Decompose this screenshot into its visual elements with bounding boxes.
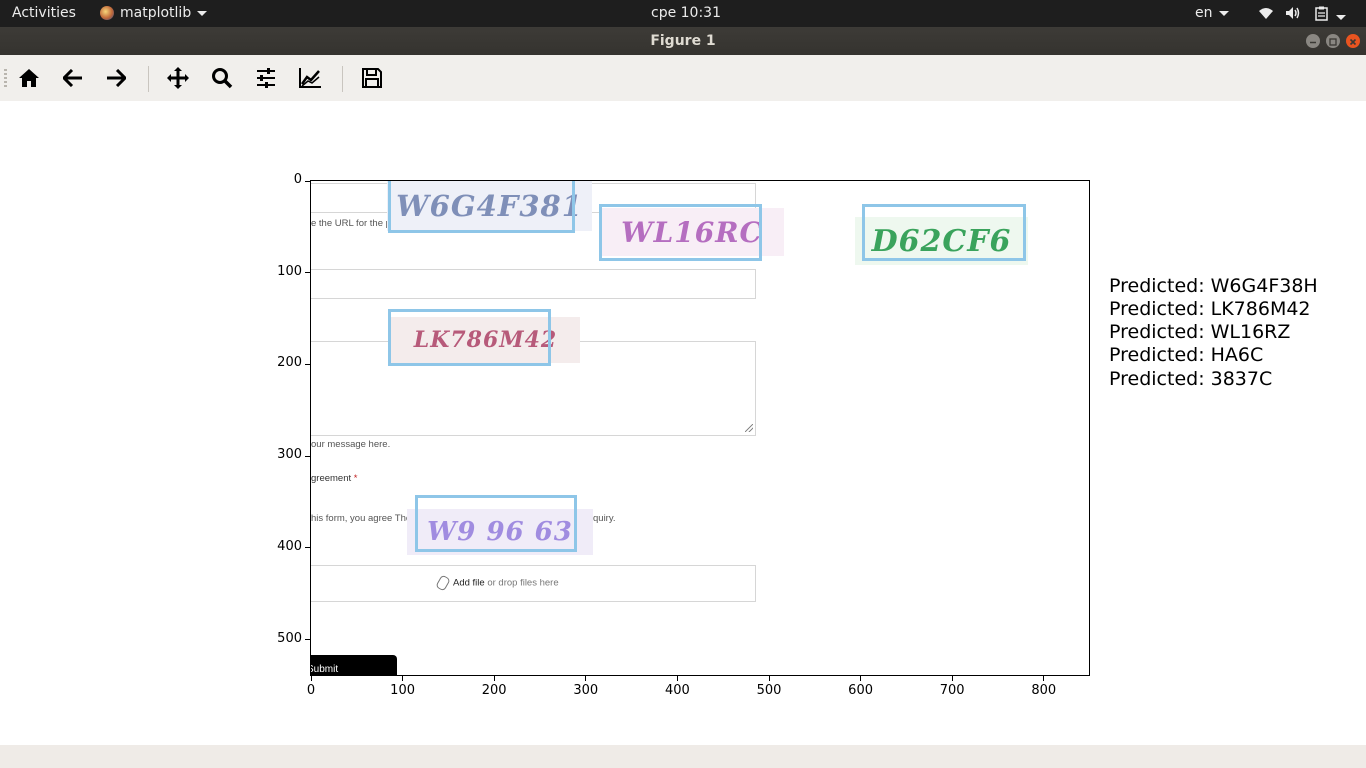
x-tick-label: 400 [664,683,690,698]
prediction-text: Predicted: W6G4F38H [1109,275,1318,297]
sliders-icon [257,68,275,88]
paperclip-icon [435,574,451,592]
x-tick-mark [310,676,312,681]
toolbar-separator [342,66,343,92]
agree-text-left: his form, you agree The [311,513,412,524]
zoom-button[interactable] [207,63,237,93]
x-tick-label: 800 [1031,683,1057,698]
edit-axis-button[interactable] [295,63,325,93]
detection-box [599,204,762,261]
home-icon [19,69,39,87]
x-tick-mark [402,676,404,681]
toolbar-separator [148,66,149,92]
y-tick-label: 500 [277,630,302,646]
arrow-left-icon [63,69,82,87]
maximize-button[interactable] [1326,34,1340,48]
line-chart-icon [299,68,321,88]
matplotlib-app-icon [100,6,114,20]
minimize-button[interactable] [1306,34,1320,48]
clipboard-icon [1315,6,1328,21]
y-tick-mark [305,180,310,182]
y-tick-label: 400 [277,538,302,554]
url-input-field [311,269,756,299]
system-menu[interactable] [1315,6,1347,21]
x-tick-mark [676,676,678,681]
x-tick-mark [585,676,587,681]
detection-box [862,204,1026,261]
file-upload-label: Add file or drop files here [435,574,559,592]
submit-label: Submit [310,664,339,675]
close-icon [1349,38,1357,46]
minimize-icon [1310,41,1316,44]
y-tick-label: 300 [277,447,302,463]
x-tick-label: 600 [848,683,873,698]
matplotlib-toolbar [0,55,1366,102]
chevron-down-icon [197,10,208,16]
save-button[interactable] [357,63,387,93]
forward-button[interactable] [101,63,131,93]
message-hint-text: our message here. [311,439,391,450]
submit-button-image: Submit [310,655,397,675]
y-tick-label: 0 [293,172,302,187]
app-menu[interactable]: matplotlib [100,0,208,27]
magnifier-icon [212,68,233,89]
detection-box [388,309,551,366]
x-tick-label: 200 [481,683,507,698]
home-button[interactable] [14,63,44,93]
x-tick-label: 300 [573,683,599,698]
chevron-down-icon [1336,14,1347,20]
window-title-bar: Figure 1 [0,27,1366,55]
x-tick-mark [1043,676,1045,681]
x-tick-mark [860,676,862,681]
y-tick-label: 100 [277,263,302,279]
app-menu-label: matplotlib [120,5,192,21]
x-tick-mark [951,676,953,681]
move-icon [167,67,189,89]
agreement-label: greement * [311,473,357,484]
y-tick-mark [305,455,310,457]
x-tick-mark [768,676,770,681]
close-button[interactable] [1346,34,1360,48]
language-selector[interactable]: en [1195,0,1229,27]
y-tick-mark [305,547,310,549]
back-button[interactable] [58,63,88,93]
prediction-text: Predicted: LK786M42 [1109,298,1311,320]
x-tick-label: 700 [939,683,965,698]
chevron-down-icon [1218,10,1229,16]
pan-button[interactable] [163,63,193,93]
y-tick-mark [305,363,310,365]
y-tick-mark [305,272,310,274]
x-tick-label: 500 [756,683,782,698]
detection-box [388,181,575,233]
add-file-text: Add file [453,577,485,589]
y-tick-mark [305,639,310,640]
volume-icon[interactable] [1285,6,1301,21]
x-tick-label: 0 [306,683,316,698]
maximize-icon [1329,38,1337,46]
agreement-label-text: greement [311,473,352,484]
x-tick-label: 100 [390,683,415,698]
prediction-text: Predicted: 3837C [1109,368,1273,390]
agree-text-right: quiry. [593,513,616,524]
detection-box [415,495,577,552]
resize-grip-icon [745,424,753,432]
wifi-icon[interactable] [1258,6,1274,21]
language-label: en [1195,5,1213,21]
x-tick-mark [493,676,495,681]
required-mark: * [353,473,358,484]
clock[interactable]: cpe 10:31 [651,0,721,27]
configure-subplots-button[interactable] [251,63,281,93]
prediction-text: Predicted: HA6C [1109,344,1264,366]
arrow-right-icon [107,69,126,87]
floppy-disk-icon [362,68,382,88]
y-tick-label: 200 [277,355,302,371]
prediction-text: Predicted: WL16RZ [1109,321,1291,343]
axes-image: e the URL for the page our message here.… [310,180,1090,676]
system-top-bar: Activities matplotlib cpe 10:31 en [0,0,1366,27]
drop-files-text: or drop files here [484,577,559,589]
window-title: Figure 1 [650,33,716,49]
window-bottom-edge [0,745,1366,768]
activities-button[interactable]: Activities [12,0,76,27]
toolbar-grip [4,69,7,87]
